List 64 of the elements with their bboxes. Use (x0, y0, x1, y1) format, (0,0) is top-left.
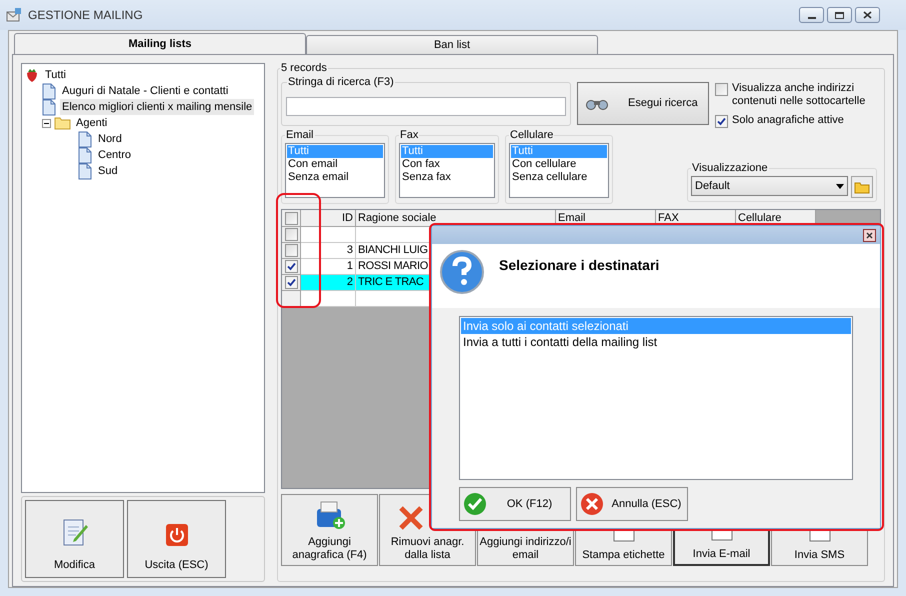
view-dropdown[interactable]: Default (691, 176, 848, 196)
maximize-icon (835, 12, 844, 18)
search-button[interactable]: Esegui ricerca (577, 82, 709, 125)
table-cell: 3 (301, 243, 356, 259)
tree-item[interactable]: Elenco migliori clienti x mailing mensile (60, 98, 254, 116)
ok-button[interactable]: OK (F12) (459, 487, 571, 521)
column-header[interactable]: ID (301, 210, 356, 227)
tab[interactable]: Ban list (306, 35, 598, 54)
tab[interactable]: Mailing lists (14, 33, 306, 54)
list-item[interactable]: Invia a tutti i contatti della mailing list (461, 334, 851, 350)
checkbox[interactable] (715, 83, 728, 96)
checkbox[interactable] (715, 115, 728, 128)
list-item[interactable]: Senza cellulare (511, 171, 607, 184)
documents-icon (78, 130, 93, 148)
close-button[interactable] (855, 7, 880, 23)
tree-item[interactable]: Auguri di Natale - Clienti e contatti (60, 82, 230, 100)
documents-icon (42, 82, 57, 100)
documents-icon (42, 98, 57, 116)
question-icon (440, 250, 484, 294)
collapse-toggle[interactable] (42, 118, 51, 128)
checkbox[interactable] (284, 212, 298, 224)
list-item[interactable]: Con email (287, 158, 383, 171)
tree-item[interactable]: Nord (96, 130, 124, 148)
close-icon (863, 11, 872, 19)
edit-button[interactable]: Modifica (25, 500, 124, 578)
cancel-icon (580, 492, 604, 516)
checkbox[interactable] (284, 244, 298, 257)
minimize-button[interactable] (799, 7, 824, 23)
check-icon (463, 492, 487, 516)
tree-item[interactable]: Centro (96, 146, 134, 164)
list-item[interactable]: Con fax (401, 158, 493, 171)
option-label: Visualizza anche indirizzi contenuti nelle sottocartelle (732, 82, 866, 108)
maximize-button[interactable] (827, 7, 852, 23)
search-field[interactable] (286, 97, 566, 116)
list-item[interactable]: Senza email (287, 171, 383, 184)
minimize-icon (808, 16, 816, 18)
documents-icon (78, 146, 93, 164)
dropdown-arrow-icon (836, 184, 844, 188)
tree-item[interactable]: Tutti (43, 66, 68, 84)
exit-button[interactable]: Uscita (ESC) (127, 500, 226, 578)
documents-icon (78, 162, 93, 180)
checkbox[interactable] (284, 260, 298, 273)
table-cell: 1 (301, 259, 356, 275)
search-label: Stringa di ricerca (F3) (287, 75, 395, 89)
cancel-button[interactable]: Annulla (ESC) (576, 487, 688, 521)
folder-icon (54, 116, 71, 130)
folder-icon (854, 180, 870, 194)
folder-button[interactable] (851, 176, 873, 198)
mail-icon (6, 7, 22, 23)
list-item[interactable]: Con cellulare (511, 158, 607, 171)
power-icon (164, 522, 188, 546)
tree-item[interactable]: Agenti (74, 114, 110, 132)
action-button[interactable]: Aggiungi anagrafica (F4) (281, 494, 378, 566)
checkbox[interactable] (284, 276, 298, 289)
option-label: Solo anagrafiche attive (732, 114, 844, 127)
cross-icon (398, 506, 422, 530)
list-item[interactable]: Senza fax (401, 171, 493, 184)
checkbox[interactable] (284, 228, 298, 241)
close-icon (866, 232, 873, 238)
table-cell: 2 (301, 275, 356, 291)
window-title: GESTIONE MAILING (28, 7, 143, 24)
close-button[interactable] (863, 228, 876, 242)
tree-item[interactable]: Sud (96, 162, 120, 180)
strawberry-icon (24, 67, 40, 83)
